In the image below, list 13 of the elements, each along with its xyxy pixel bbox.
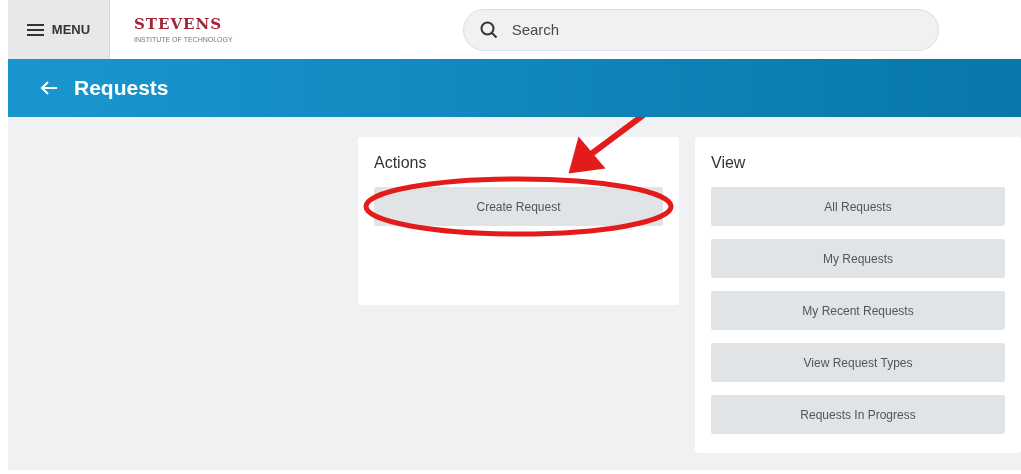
action-button[interactable]: All Requests — [711, 187, 1005, 226]
back-icon[interactable] — [40, 80, 58, 96]
menu-button[interactable]: MENU — [8, 0, 110, 59]
action-button[interactable]: View Request Types — [711, 343, 1005, 382]
page-title: Requests — [74, 75, 169, 102]
action-button[interactable]: Requests In Progress — [711, 395, 1005, 434]
panel-title: Actions — [374, 153, 428, 173]
search-field[interactable]: Search — [462, 8, 939, 51]
action-button[interactable]: My Requests — [711, 239, 1005, 278]
action-button[interactable]: My Recent Requests — [711, 291, 1005, 330]
action-button[interactable]: Create Request — [374, 187, 664, 226]
panel-title: View — [711, 153, 747, 173]
menu-icon — [26, 23, 44, 36]
